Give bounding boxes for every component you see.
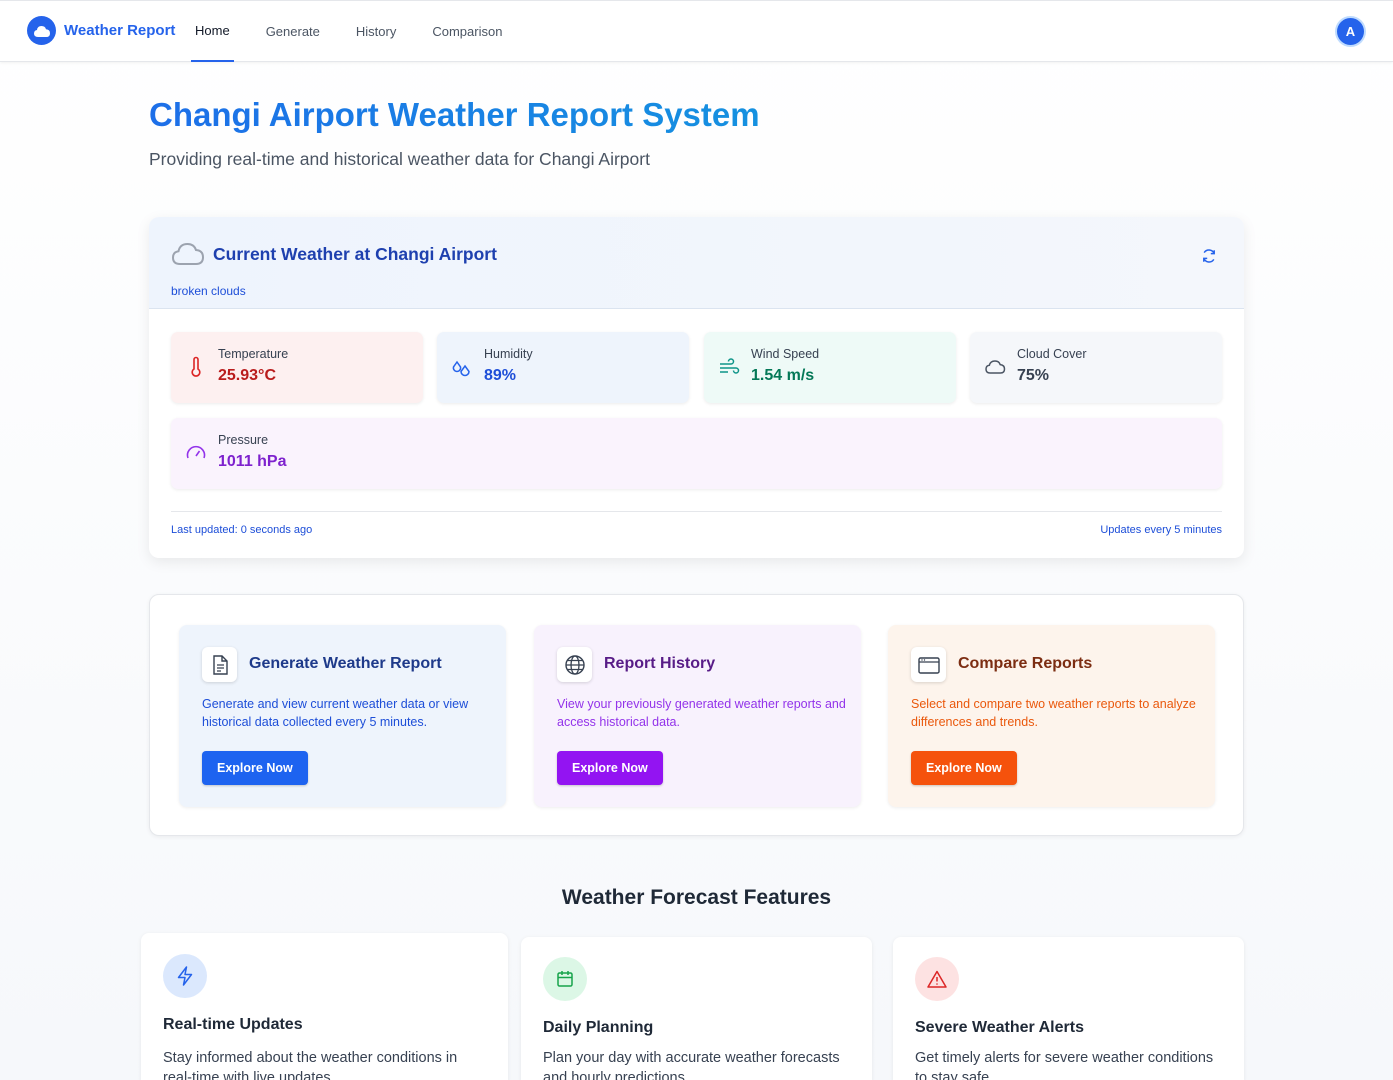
report-history-description: View your previously generated weather r… [557, 697, 846, 729]
feature-title: Daily Planning [543, 1019, 654, 1036]
compare-reports-description: Select and compare two weather reports t… [911, 697, 1196, 729]
history-explore-button[interactable]: Explore Now [557, 751, 663, 785]
nav-links: Home Generate History Comparison [191, 1, 520, 62]
brand[interactable]: Weather Report [27, 16, 175, 45]
temperature-label: Temperature [218, 347, 289, 361]
generate-explore-button[interactable]: Explore Now [202, 751, 308, 785]
nav-history[interactable]: History [338, 1, 414, 62]
report-history-title: Report History [604, 655, 716, 672]
cloud-cover-value: 75% [1017, 367, 1050, 384]
window-icon [911, 647, 946, 682]
page-title: Changi Airport Weather Report System [149, 96, 760, 133]
compare-explore-button[interactable]: Explore Now [911, 751, 1017, 785]
cloud-icon [985, 360, 1006, 374]
globe-icon [557, 647, 592, 682]
page-subtitle: Providing real-time and historical weath… [149, 149, 650, 169]
update-interval-text: Updates every 5 minutes [1100, 524, 1222, 536]
droplets-icon [452, 360, 470, 377]
compare-reports-card: Compare Reports Select and compare two w… [888, 625, 1215, 807]
brand-name: Weather Report [64, 22, 176, 39]
wind-speed-stat: Wind Speed 1.54 m/s [704, 332, 956, 403]
feature-description: Plan your day with accurate weather fore… [543, 1050, 840, 1080]
generate-report-description: Generate and view current weather data o… [202, 697, 469, 729]
humidity-value: 89% [484, 367, 517, 384]
compare-reports-title: Compare Reports [958, 655, 1093, 672]
cloud-cover-label: Cloud Cover [1017, 347, 1087, 361]
generate-report-title: Generate Weather Report [249, 655, 442, 672]
lightning-icon [163, 954, 207, 998]
feature-title: Real-time Updates [163, 1016, 303, 1033]
feature-title: Severe Weather Alerts [915, 1019, 1084, 1036]
nav-home[interactable]: Home [191, 1, 234, 62]
pressure-stat: Pressure 1011 hPa [171, 418, 1222, 489]
current-weather-header: Current Weather at Changi Airport broken… [149, 217, 1244, 309]
document-icon [202, 647, 237, 682]
nav-comparison[interactable]: Comparison [414, 1, 520, 62]
current-weather-footer: Last updated: 0 seconds ago Updates ever… [171, 511, 1222, 536]
feature-card-severe-alerts: Severe Weather Alerts Get timely alerts … [893, 937, 1244, 1080]
calendar-icon [543, 957, 587, 1001]
refresh-icon[interactable] [1200, 247, 1218, 265]
gauge-icon [186, 445, 206, 459]
feature-card-daily-planning: Daily Planning Plan your day with accura… [521, 937, 872, 1080]
report-history-card: Report History View your previously gene… [534, 625, 861, 807]
current-weather-title: Current Weather at Changi Airport [213, 243, 497, 264]
pressure-value: 1011 hPa [218, 453, 287, 470]
temperature-value: 25.93°C [218, 367, 276, 384]
last-updated-text: Last updated: 0 seconds ago [171, 524, 313, 536]
wind-icon [720, 358, 740, 374]
temperature-stat: Temperature 25.93°C [171, 332, 423, 403]
current-weather-card: Current Weather at Changi Airport broken… [149, 217, 1244, 558]
alert-triangle-icon [915, 957, 959, 1001]
wind-speed-value: 1.54 m/s [751, 367, 815, 384]
feature-description: Stay informed about the weather conditio… [163, 1050, 458, 1080]
feature-description: Get timely alerts for severe weather con… [915, 1050, 1214, 1080]
cloud-cover-stat: Cloud Cover 75% [970, 332, 1222, 403]
humidity-label: Humidity [484, 347, 533, 361]
humidity-stat: Humidity 89% [437, 332, 689, 403]
thermometer-icon [191, 356, 201, 377]
nav-generate[interactable]: Generate [248, 1, 338, 62]
cloud-icon [171, 242, 205, 265]
top-navbar: Weather Report Home Generate History Com… [0, 0, 1393, 62]
wind-speed-label: Wind Speed [751, 347, 820, 361]
features-heading: Weather Forecast Features [561, 886, 832, 909]
feature-card-realtime: Real-time Updates Stay informed about th… [141, 933, 508, 1080]
weather-description: broken clouds [171, 284, 246, 298]
user-avatar[interactable]: A [1337, 18, 1364, 45]
cloud-logo-icon [27, 16, 56, 45]
action-cards: Generate Weather Report Generate and vie… [149, 594, 1244, 836]
generate-report-card: Generate Weather Report Generate and vie… [179, 625, 506, 807]
pressure-label: Pressure [218, 433, 269, 447]
